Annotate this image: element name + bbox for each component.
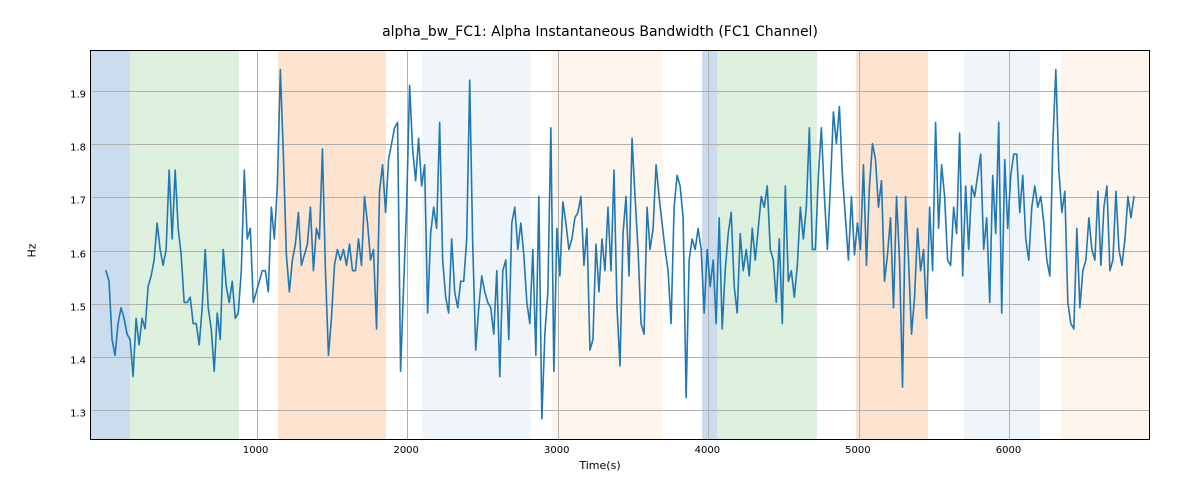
y-tick-label: 1.9 [56,89,86,100]
x-tick-label: 4000 [695,445,720,456]
y-tick-label: 1.4 [56,355,86,366]
plot-area [90,50,1150,440]
y-tick-label: 1.6 [56,249,86,260]
chart-title: alpha_bw_FC1: Alpha Instantaneous Bandwi… [0,24,1200,40]
x-tick-label: 1000 [243,445,268,456]
x-tick-label: 2000 [393,445,418,456]
line-series [91,51,1149,439]
x-axis-label: Time(s) [0,459,1200,472]
y-axis-label: Hz [24,0,40,500]
x-tick-label: 5000 [845,445,870,456]
y-tick-label: 1.7 [56,196,86,207]
chart-figure: alpha_bw_FC1: Alpha Instantaneous Bandwi… [0,0,1200,500]
x-tick-label: 6000 [996,445,1021,456]
y-tick-label: 1.5 [56,302,86,313]
y-tick-label: 1.8 [56,143,86,154]
x-tick-label: 3000 [544,445,569,456]
y-tick-label: 1.3 [56,409,86,420]
